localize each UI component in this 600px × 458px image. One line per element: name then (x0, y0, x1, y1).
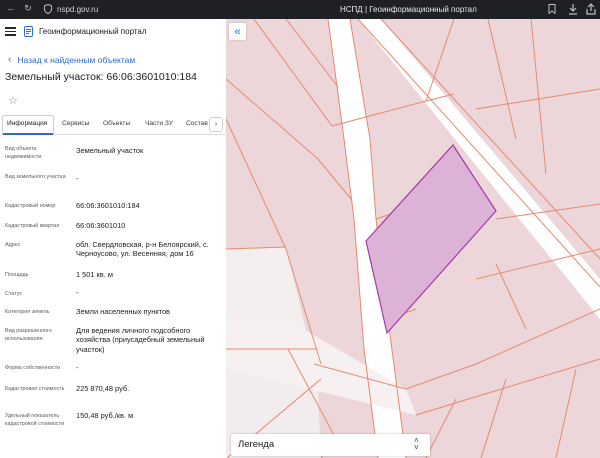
attr-value-cadastral-value: 225 870,48 руб. (76, 384, 130, 393)
tab-objects[interactable]: Объекты (103, 120, 130, 127)
page-tab-title: НСПД | Геоинформационный портал (340, 5, 477, 14)
chevron-right-icon: › (214, 121, 218, 128)
portal-title: Геоинформационный портал (39, 27, 147, 36)
attr-value-ownership-form: - (76, 363, 79, 372)
chevron-up-down-icon: ˄ ˅ (414, 436, 419, 452)
attr-value-area: 1 501 кв. м (76, 270, 113, 279)
legend-label: Легенда (238, 439, 275, 450)
hamburger-icon[interactable] (5, 27, 16, 36)
attr-value-land-category: Земли населенных пунктов (76, 307, 170, 316)
attr-label-unit-value: Удельный показатель кадастровой стоимост… (5, 413, 65, 428)
star-icon[interactable]: ☆ (8, 94, 18, 107)
back-arrow-icon[interactable]: ← (6, 3, 16, 13)
attr-label-area: Площадь (5, 272, 29, 278)
bookmark-icon[interactable] (548, 4, 556, 14)
collapse-panel-button[interactable]: « (229, 23, 246, 40)
info-panel: Геоинформационный портал ‹ Назад к найде… (0, 19, 226, 458)
attr-value-object-type: Земельный участок (76, 146, 144, 155)
back-to-results-link[interactable]: ‹ Назад к найденным объектам (8, 54, 135, 65)
download-icon[interactable] (568, 3, 578, 15)
attr-label-parcel-type: Вид земельного участка (5, 174, 66, 180)
tab-information[interactable]: Информация (7, 120, 47, 127)
attr-value-cadastral-number: 66:06:3601010:184 (76, 201, 140, 210)
attr-value-cadastral-quarter: 66:06:3601010 (76, 221, 126, 230)
attr-label-status: Статус (5, 291, 23, 297)
map-canvas[interactable] (226, 19, 600, 458)
browser-toolbar: ← ↻ nspd.gov.ru НСПД | Геоинформационный… (0, 0, 600, 19)
shield-icon[interactable] (44, 4, 52, 14)
attr-label-object-type: Вид объекта недвижимости (5, 146, 42, 161)
page-title: Земельный участок: 66:06:3601010:184 (5, 71, 197, 83)
chevron-left-icon: ‹ (8, 54, 12, 65)
attr-value-unit-value: 150,48 руб./кв. м (76, 411, 134, 420)
tab-composition[interactable]: Состав (186, 120, 208, 127)
map-view[interactable] (226, 19, 600, 458)
attr-value-parcel-type: - (76, 174, 79, 183)
tab-parcel-parts[interactable]: Части ЗУ (145, 120, 173, 127)
tabs-scroll-right-button[interactable]: › (209, 117, 223, 132)
attr-label-ownership-form: Форма собственности (5, 365, 61, 371)
attr-label-address: Адрес (5, 242, 21, 248)
panel-header: Геоинформационный портал (0, 19, 226, 46)
attr-label-cadastral-value: Кадастровая стоимость (5, 386, 65, 392)
attr-value-permitted-use: Для ведения личного подсобного хозяйства… (76, 326, 205, 354)
tab-services[interactable]: Сервисы (62, 120, 89, 127)
tab-bar: Информация Сервисы Объекты Части ЗУ Сост… (0, 115, 226, 135)
attr-label-cadastral-number: Кадастровый номер (5, 203, 56, 209)
attr-label-land-category: Категория земель (5, 309, 50, 315)
back-link-label: Назад к найденным объектам (17, 54, 136, 65)
attr-label-cadastral-quarter: Кадастровый квартал (5, 223, 60, 229)
reload-icon[interactable]: ↻ (23, 3, 33, 14)
double-chevron-left-icon: « (234, 25, 241, 38)
selected-parcel[interactable] (365, 144, 497, 335)
attr-value-status: - (76, 288, 79, 297)
address-bar[interactable]: nspd.gov.ru (57, 5, 98, 14)
legend-dropdown[interactable]: Легенда ˄ ˅ (231, 434, 430, 456)
attr-value-address: обл. Свердловская, р-н Белоярский, с. Че… (76, 240, 209, 259)
active-tab-indicator (3, 133, 53, 135)
attr-label-permitted-use: Вид разрешенного использования (5, 328, 52, 343)
share-icon[interactable] (586, 3, 596, 15)
portal-logo-icon (24, 26, 33, 37)
